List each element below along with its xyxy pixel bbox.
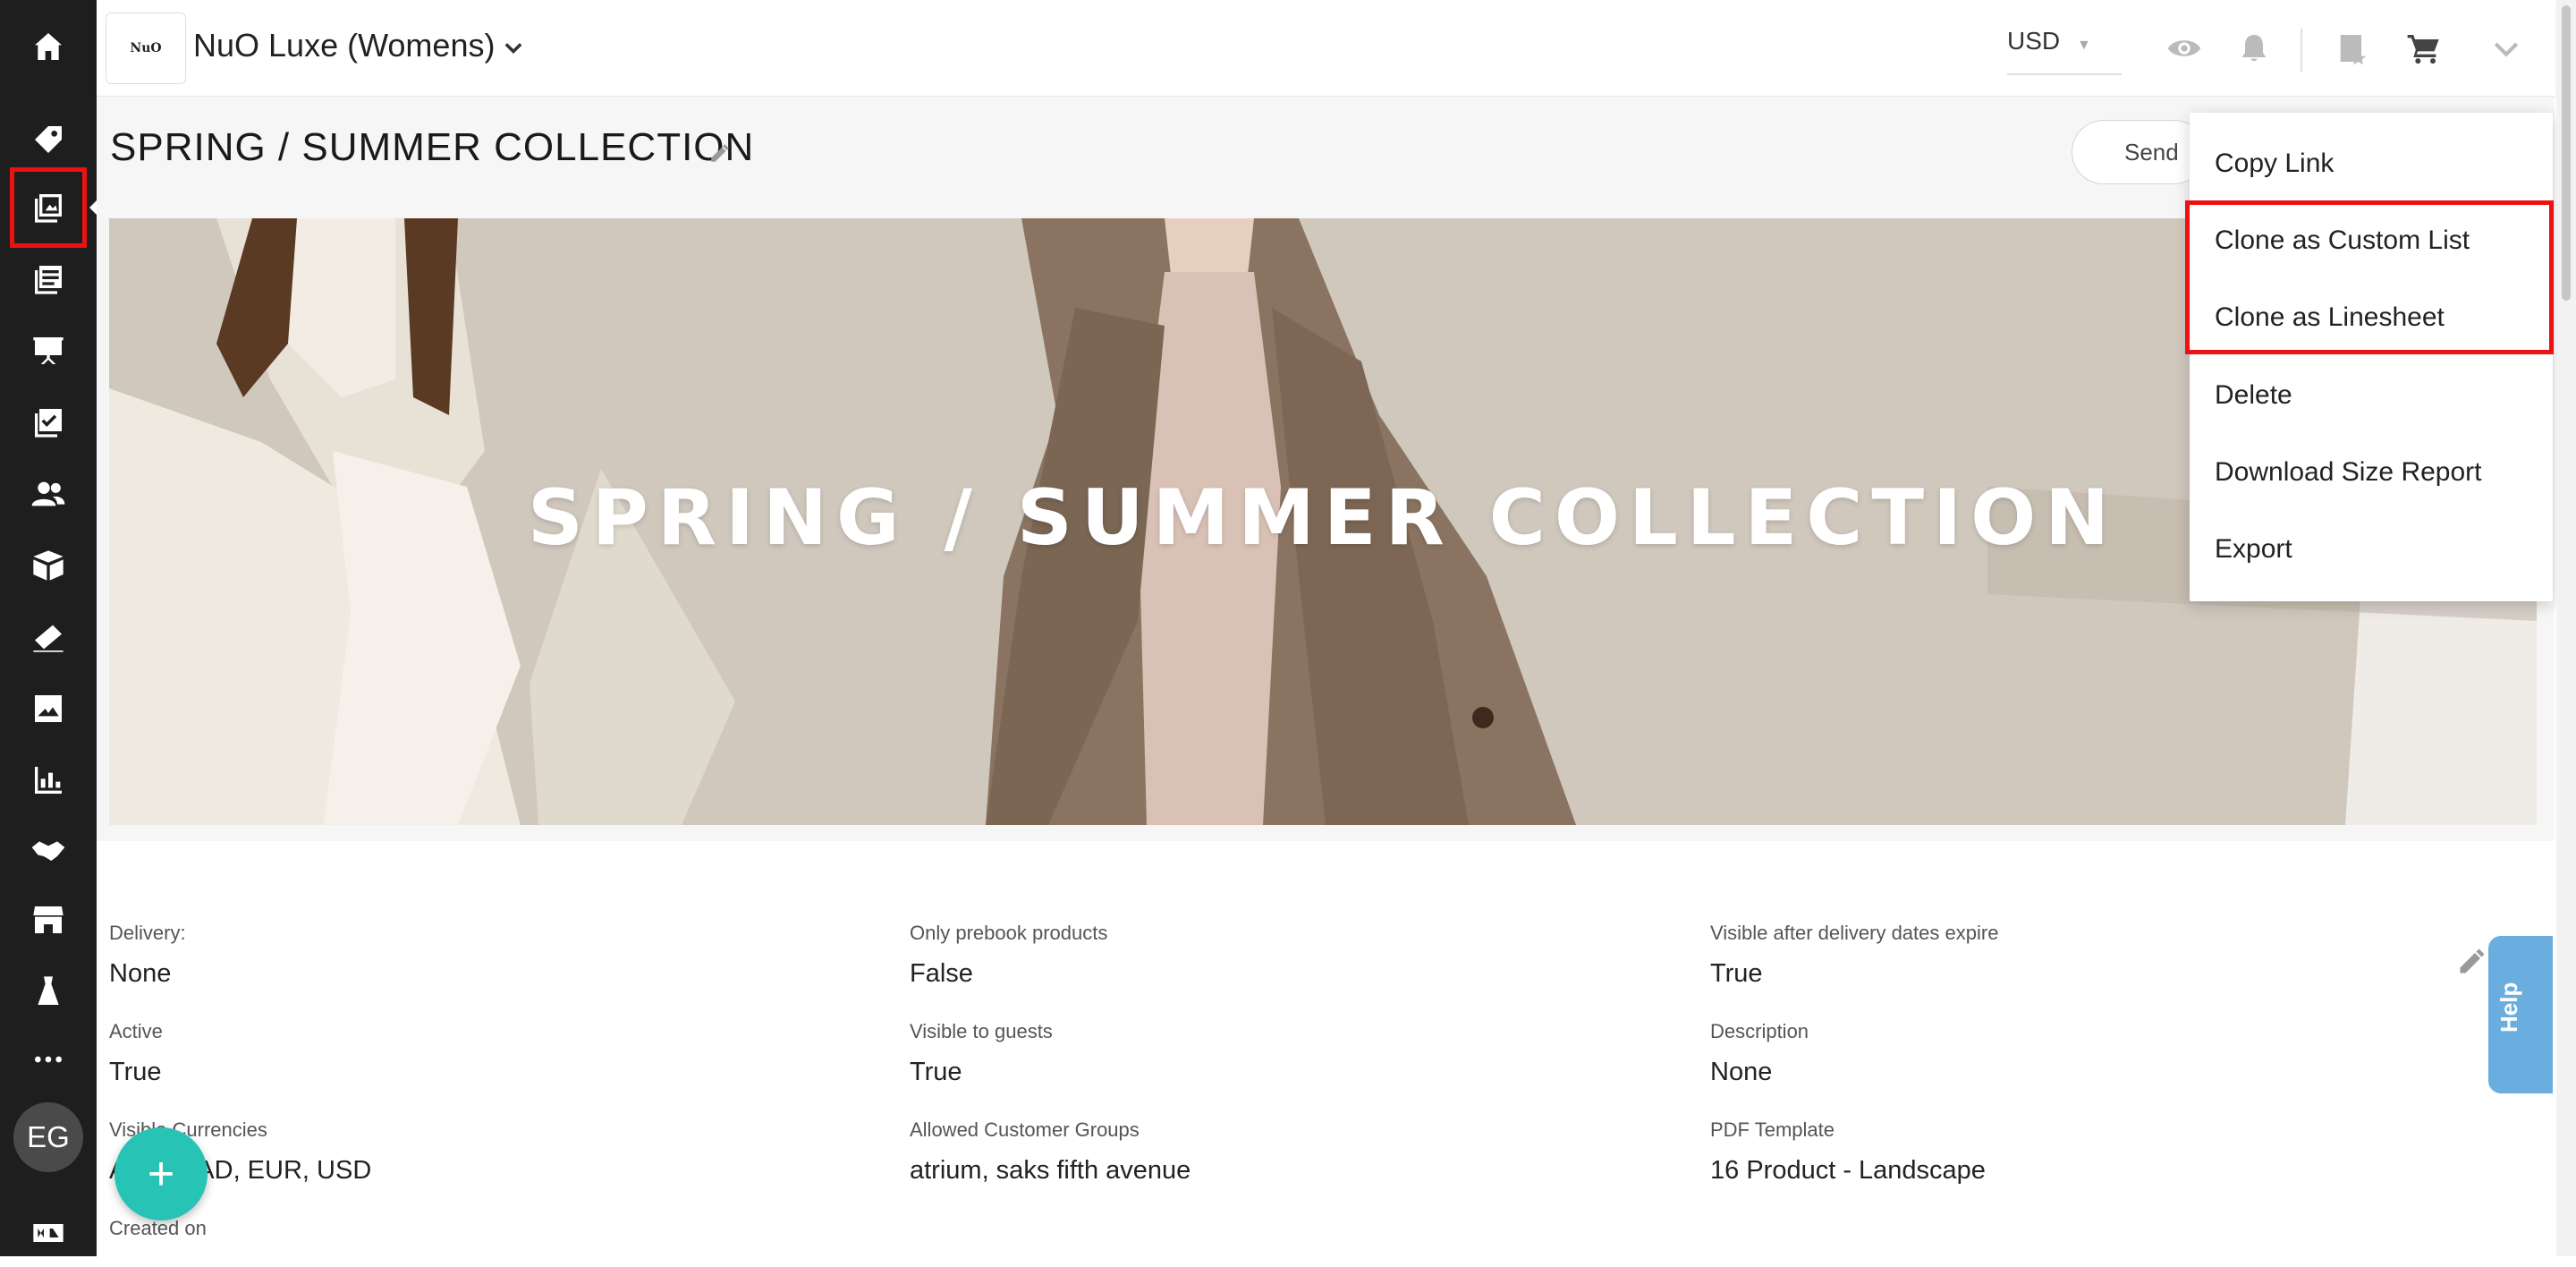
visible-after-expire-value: True bbox=[1710, 959, 1763, 988]
delivery-value: None bbox=[109, 959, 172, 988]
tag-icon[interactable] bbox=[14, 106, 82, 174]
customer-groups-label: Allowed Customer Groups bbox=[910, 1118, 1140, 1141]
user-avatar[interactable]: EG bbox=[13, 1102, 83, 1172]
hero-title: SPRING / SUMMER COLLECTION bbox=[527, 473, 2119, 563]
visible-guests-label: Visible to guests bbox=[910, 1020, 1053, 1042]
pdf-template-label: PDF Template bbox=[1710, 1118, 1835, 1141]
edit-details-pencil-icon[interactable] bbox=[2456, 945, 2488, 977]
sidebar-highlight-box bbox=[10, 167, 87, 248]
linesheets-icon[interactable] bbox=[14, 245, 82, 313]
more-icon[interactable] bbox=[14, 1025, 82, 1093]
toolbar-divider bbox=[2301, 29, 2302, 72]
storefront-icon[interactable] bbox=[14, 886, 82, 954]
home-icon[interactable] bbox=[14, 13, 82, 81]
presentation-icon[interactable] bbox=[14, 317, 82, 385]
help-tab[interactable]: Help bbox=[2488, 936, 2553, 1093]
prebook-label: Only prebook products bbox=[910, 922, 1108, 944]
menu-item-export[interactable]: Export bbox=[2215, 534, 2292, 565]
menu-item-download-size-report[interactable]: Download Size Report bbox=[2215, 457, 2482, 488]
box-icon[interactable] bbox=[14, 531, 82, 599]
brand-logo[interactable]: NuO bbox=[106, 13, 186, 84]
currency-value: USD bbox=[2007, 27, 2061, 55]
customers-icon[interactable] bbox=[14, 460, 82, 528]
description-label: Description bbox=[1710, 1020, 1809, 1042]
handshake-icon[interactable] bbox=[14, 818, 82, 886]
add-fab-button[interactable]: + bbox=[114, 1127, 208, 1220]
bell-icon[interactable] bbox=[2231, 25, 2277, 72]
dress-icon[interactable] bbox=[14, 957, 82, 1025]
scrollbar-thumb[interactable] bbox=[2562, 5, 2571, 301]
brand-name[interactable]: NuO Luxe (Womens) bbox=[193, 27, 495, 64]
checklist-icon[interactable] bbox=[14, 388, 82, 456]
send-button[interactable]: Send bbox=[2072, 120, 2206, 184]
active-label: Active bbox=[109, 1020, 163, 1042]
actions-dropdown-menu: Copy Link Clone as Custom List Clone as … bbox=[2190, 113, 2553, 601]
pdf-template-value: 16 Product - Landscape bbox=[1710, 1156, 1986, 1185]
customer-groups-value: atrium, saks fifth avenue bbox=[910, 1156, 1191, 1185]
brand-logo-icon[interactable] bbox=[14, 1199, 82, 1267]
menu-item-delete[interactable]: Delete bbox=[2215, 380, 2292, 411]
delivery-label: Delivery: bbox=[109, 922, 186, 944]
sheet-star-icon[interactable] bbox=[2329, 25, 2376, 72]
page-scrollbar[interactable] bbox=[2556, 0, 2576, 1256]
chevron-down-icon[interactable] bbox=[501, 36, 526, 61]
description-value: None bbox=[1710, 1058, 1773, 1086]
currency-select[interactable]: USD ▼ bbox=[2007, 27, 2122, 75]
cart-icon[interactable] bbox=[2401, 25, 2447, 72]
details-panel bbox=[97, 841, 2555, 1256]
menu-highlight-box bbox=[2185, 200, 2554, 354]
prebook-value: False bbox=[910, 959, 973, 988]
caret-down-icon: ▼ bbox=[2077, 38, 2091, 53]
active-value: True bbox=[109, 1058, 162, 1086]
visible-guests-value: True bbox=[910, 1058, 962, 1086]
eye-icon[interactable] bbox=[2161, 25, 2207, 72]
menu-item-copy-link[interactable]: Copy Link bbox=[2215, 149, 2334, 179]
help-label: Help bbox=[2496, 982, 2522, 1033]
chevron-down-icon[interactable] bbox=[2483, 25, 2529, 72]
images-icon[interactable] bbox=[14, 675, 82, 743]
orders-icon[interactable] bbox=[14, 603, 82, 671]
page-title: SPRING / SUMMER COLLECTION bbox=[110, 125, 755, 169]
visible-after-expire-label: Visible after delivery dates expire bbox=[1710, 922, 1999, 944]
hero-banner: SPRING / SUMMER COLLECTION bbox=[109, 218, 2537, 825]
reports-icon[interactable] bbox=[14, 746, 82, 814]
pencil-icon[interactable] bbox=[708, 141, 732, 165]
